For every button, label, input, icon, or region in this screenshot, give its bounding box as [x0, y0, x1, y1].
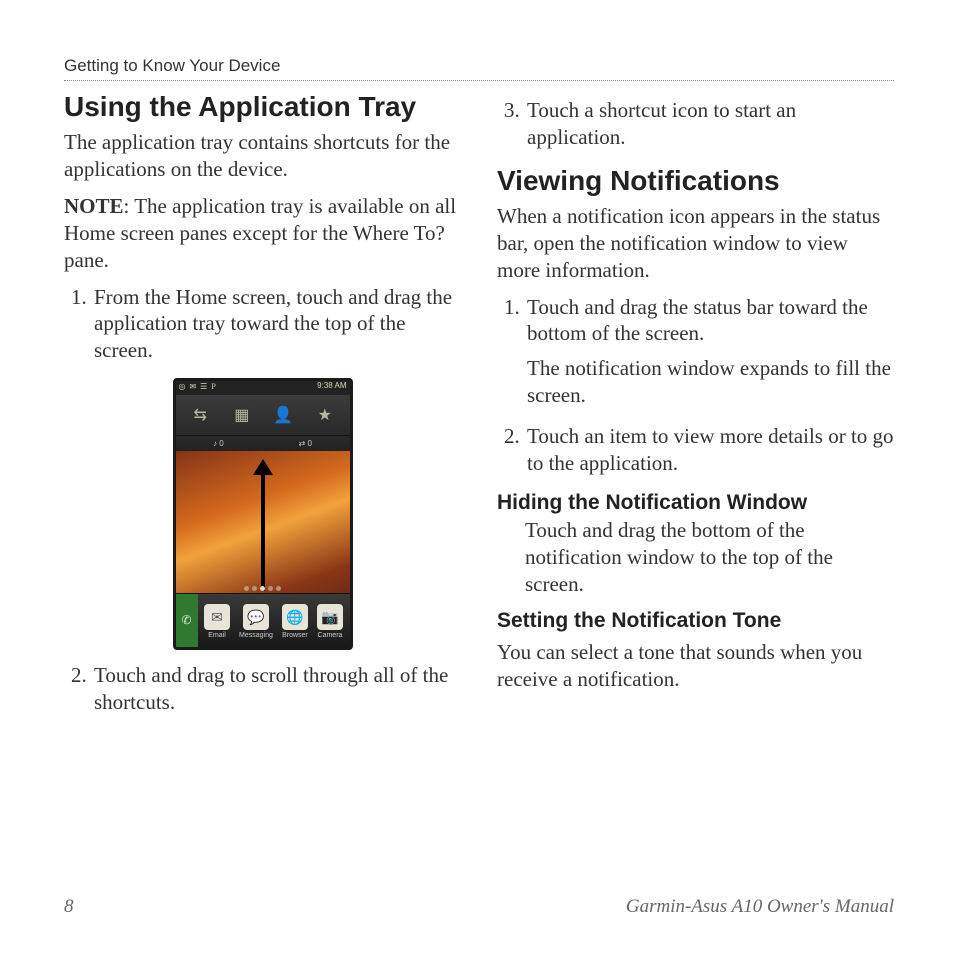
person-icon: 👤: [271, 403, 295, 427]
email-icon: ✉: [204, 604, 230, 630]
page-footer: 8 Garmin-Asus A10 Owner's Manual: [64, 896, 894, 918]
notification-steps: Touch and drag the status bar toward the…: [497, 294, 894, 477]
note-label: NOTE: [64, 194, 124, 218]
app-tray-steps-cont2: Touch a shortcut icon to start an applic…: [497, 97, 894, 151]
manual-page: Getting to Know Your Device Using the Ap…: [0, 0, 954, 954]
dock-email: ✉ Email: [204, 604, 230, 639]
app-tray-note: NOTE: The application tray is available …: [64, 193, 461, 274]
dock-apps: ✉ Email 💬 Messaging 🌐 Browser: [198, 594, 350, 647]
note-body: : The application tray is available on a…: [64, 194, 456, 272]
drag-up-arrow-icon: [261, 473, 265, 591]
swap-icon: ⇆: [188, 403, 212, 427]
dock-messaging: 💬 Messaging: [239, 604, 273, 639]
camera-icon: 📷: [317, 604, 343, 630]
left-column: Using the Application Tray The applicati…: [64, 87, 461, 730]
status-bar: ◎ ✉ ☰ P 9:38 AM: [176, 381, 350, 395]
notif-step-1: Touch and drag the status bar toward the…: [525, 294, 894, 410]
hiding-notification-body: Touch and drag the bottom of the notific…: [525, 517, 894, 598]
notif-step-1-text: Touch and drag the status bar toward the…: [527, 295, 868, 346]
grid-icon: ▦: [230, 403, 254, 427]
dock-browser: 🌐 Browser: [282, 604, 308, 639]
heading-hiding-notification: Hiding the Notification Window: [497, 491, 894, 515]
app-tray-bar: ⇆ ▦ 👤 ★ ♪ 0 ⇄ 0: [176, 395, 350, 451]
heading-notification-tone: Setting the Notification Tone: [497, 609, 894, 633]
heading-using-app-tray: Using the Application Tray: [64, 91, 461, 123]
step-2: Touch and drag to scroll through all of …: [92, 662, 461, 716]
app-tray-meta: ♪ 0 ⇄ 0: [176, 435, 350, 451]
step-3: Touch a shortcut icon to start an applic…: [525, 97, 894, 151]
dock-label: Email: [208, 632, 226, 639]
dock-label: Browser: [282, 632, 308, 639]
app-tray-steps: From the Home screen, touch and drag the…: [64, 284, 461, 365]
status-icons-left: ◎ ✉ ☰ P: [179, 382, 217, 391]
dock-bar: ✆ ✉ Email 💬 Messaging 🌐: [176, 593, 350, 647]
notification-tone-body: You can select a tone that sounds when y…: [497, 639, 894, 693]
step-1: From the Home screen, touch and drag the…: [92, 284, 461, 365]
two-column-layout: Using the Application Tray The applicati…: [64, 87, 894, 730]
tray-meta-left: ♪ 0: [213, 439, 224, 448]
browser-icon: 🌐: [282, 604, 308, 630]
phone-screenshot: ◎ ✉ ☰ P 9:38 AM ⇆ ▦ 👤 ★ ♪ 0 ⇄ 0: [173, 378, 353, 650]
notif-step-2: Touch an item to view more details or to…: [525, 423, 894, 477]
heading-viewing-notifications: Viewing Notifications: [497, 165, 894, 197]
dock-label: Camera: [318, 632, 343, 639]
page-number: 8: [64, 896, 74, 918]
app-tray-steps-cont: Touch and drag to scroll through all of …: [64, 662, 461, 716]
messaging-icon: 💬: [243, 604, 269, 630]
manual-title: Garmin-Asus A10 Owner's Manual: [626, 896, 894, 918]
right-column: Touch a shortcut icon to start an applic…: [497, 87, 894, 730]
dock-camera: 📷 Camera: [317, 604, 343, 639]
dock-label: Messaging: [239, 632, 273, 639]
star-icon: ★: [313, 403, 337, 427]
notif-step-1-extra: The notification window expands to fill …: [527, 355, 894, 409]
section-header: Getting to Know Your Device: [64, 56, 894, 81]
screenshot-figure: ◎ ✉ ☰ P 9:38 AM ⇆ ▦ 👤 ★ ♪ 0 ⇄ 0: [64, 378, 461, 650]
tray-meta-right: ⇄ 0: [299, 439, 312, 448]
call-button-icon: ✆: [176, 594, 198, 647]
notifications-intro: When a notification icon appears in the …: [497, 203, 894, 284]
app-tray-intro: The application tray contains shortcuts …: [64, 129, 461, 183]
status-time: 9:38 AM: [317, 381, 346, 390]
app-tray-icons: ⇆ ▦ 👤 ★: [176, 395, 350, 435]
page-indicator: [176, 583, 350, 593]
